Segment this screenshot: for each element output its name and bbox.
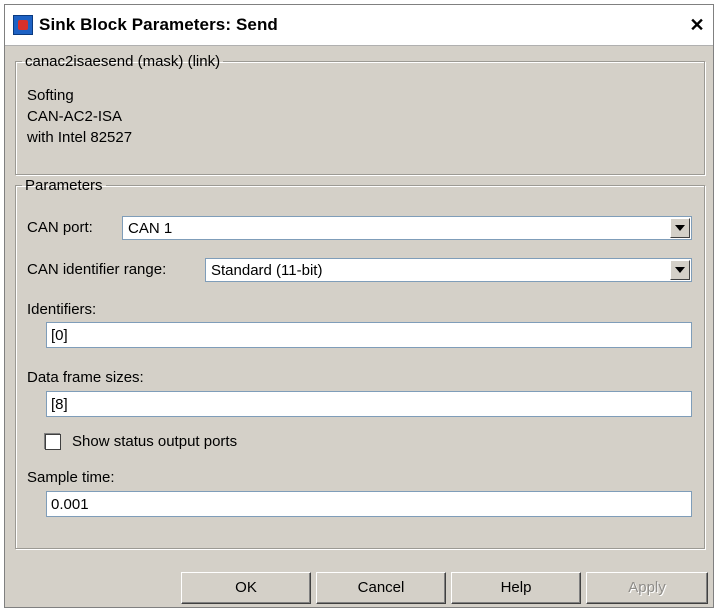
frame-sizes-label: Data frame sizes: <box>27 369 144 386</box>
window-title: Sink Block Parameters: Send <box>39 15 278 34</box>
can-port-select[interactable]: CAN 1 <box>122 216 692 240</box>
title-bar[interactable]: Sink Block Parameters: Send ✕ <box>5 5 713 46</box>
apply-button[interactable]: Apply <box>586 572 708 604</box>
identifier-range-value: Standard (11-bit) <box>211 262 323 279</box>
status-ports-label[interactable]: Show status output ports <box>72 433 237 450</box>
can-port-value: CAN 1 <box>128 220 173 237</box>
identifier-range-label: CAN identifier range: <box>27 261 167 278</box>
description-line-3: with Intel 82527 <box>27 129 133 146</box>
identifiers-input[interactable] <box>46 322 692 348</box>
sample-time-label: Sample time: <box>27 469 115 486</box>
sample-time-input[interactable] <box>46 491 692 517</box>
can-port-label: CAN port: <box>27 219 93 236</box>
sink-block-parameters-dialog: Sink Block Parameters: Send ✕ canac2isae… <box>4 4 714 608</box>
status-ports-checkbox[interactable] <box>45 434 61 450</box>
frame-sizes-input[interactable] <box>46 391 692 417</box>
chevron-down-icon[interactable] <box>670 260 690 280</box>
ok-button[interactable]: OK <box>181 572 311 604</box>
help-button[interactable]: Help <box>451 572 581 604</box>
simulink-app-icon <box>13 15 33 35</box>
chevron-down-icon[interactable] <box>670 218 690 238</box>
description-group-legend: canac2isaesend (mask) (link) <box>25 53 221 70</box>
parameters-group-legend: Parameters <box>25 177 103 194</box>
close-icon: ✕ <box>689 15 705 35</box>
cancel-button[interactable]: Cancel <box>316 572 446 604</box>
description-line-2: CAN-AC2-ISA <box>27 108 123 125</box>
identifier-range-select[interactable]: Standard (11-bit) <box>205 258 692 282</box>
description-line-1: Softing <box>27 87 74 104</box>
close-button[interactable]: ✕ <box>687 15 707 35</box>
identifiers-label: Identifiers: <box>27 301 97 318</box>
